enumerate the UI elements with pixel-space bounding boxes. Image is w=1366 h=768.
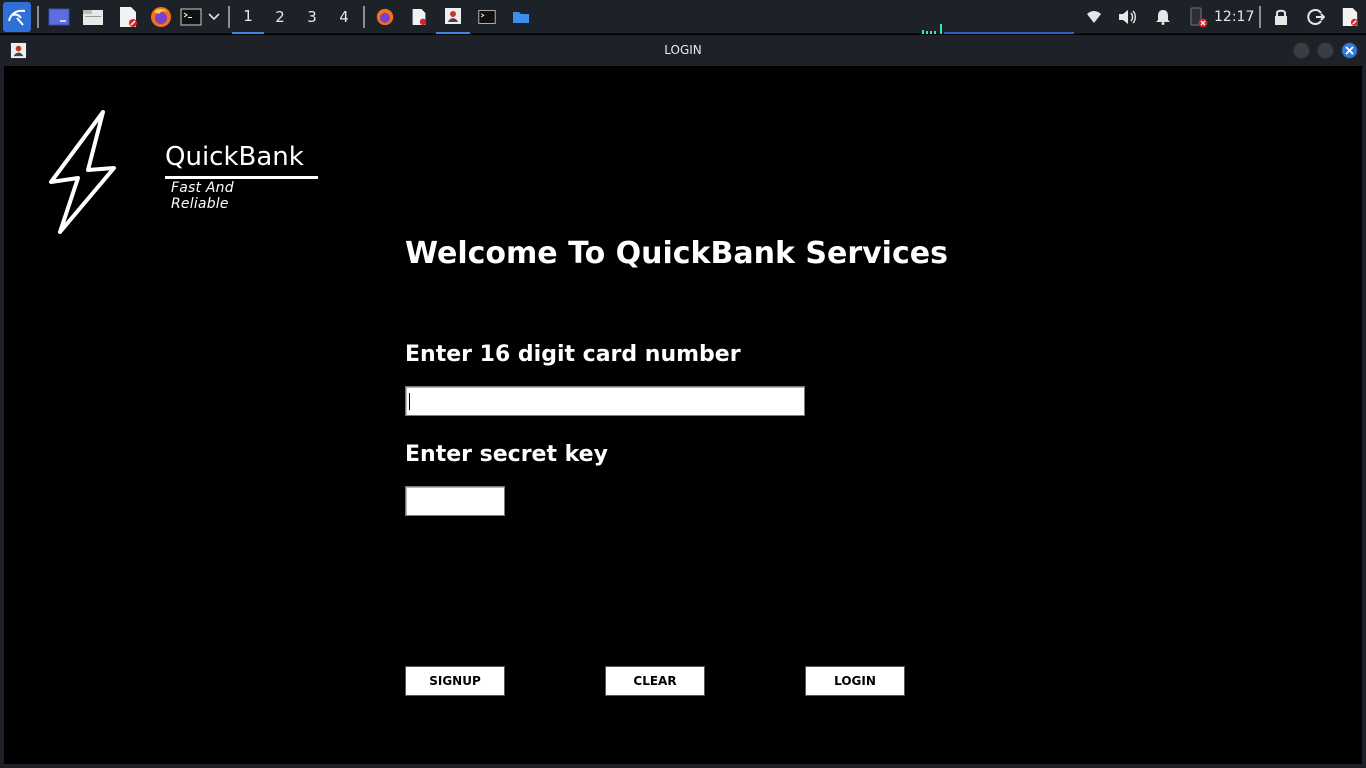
wifi-icon[interactable]: [1084, 5, 1104, 29]
logo-underline: [165, 176, 318, 179]
dropdown-chevron-icon[interactable]: [206, 5, 222, 29]
workspace-label: 1: [243, 7, 253, 25]
welcome-heading: Welcome To QuickBank Services: [405, 236, 948, 271]
clear-button[interactable]: CLEAR: [605, 666, 705, 696]
lightning-bolt-icon: [49, 110, 116, 234]
card-number-input[interactable]: [405, 386, 805, 416]
notification-bell-icon[interactable]: [1153, 5, 1173, 29]
workspace-2[interactable]: 2: [264, 0, 296, 34]
window-frame-bottom: [0, 764, 1366, 768]
logo-tagline: Fast And Reliable: [171, 180, 234, 212]
logo-name: QuickBank: [165, 142, 304, 172]
workspace-3[interactable]: 3: [296, 0, 328, 34]
minimize-button[interactable]: [1293, 42, 1310, 59]
text-editor-icon[interactable]: [116, 5, 140, 29]
login-panel: QuickBank Fast And Reliable Welcome To Q…: [4, 66, 1362, 764]
workspace-label: 2: [275, 8, 285, 26]
task-text-editor-icon[interactable]: [408, 5, 430, 29]
lock-icon[interactable]: [1271, 5, 1291, 29]
task-terminal-icon[interactable]: [476, 5, 498, 29]
task-folder-icon[interactable]: [510, 5, 532, 29]
window-frame-right: [1362, 66, 1366, 768]
logout-icon[interactable]: [1305, 5, 1327, 29]
close-button[interactable]: [1341, 42, 1358, 59]
kali-menu-icon[interactable]: [3, 2, 31, 32]
clock[interactable]: 12:17: [1214, 0, 1254, 34]
maximize-button[interactable]: [1317, 42, 1334, 59]
show-desktop-icon[interactable]: [47, 5, 71, 29]
workspace-label: 4: [339, 8, 349, 26]
battery-icon[interactable]: [1186, 5, 1210, 29]
text-editor-tray-icon[interactable]: [1339, 5, 1361, 29]
taskbar: 1 2 3 4 12:17: [0, 0, 1366, 34]
window-titlebar[interactable]: LOGIN: [0, 35, 1366, 66]
task-firefox-icon[interactable]: [374, 5, 396, 29]
text-cursor: [409, 393, 410, 410]
quickbank-logo: QuickBank Fast And Reliable: [48, 110, 318, 234]
login-button[interactable]: LOGIN: [805, 666, 905, 696]
secret-key-label: Enter secret key: [405, 442, 608, 467]
card-number-label: Enter 16 digit card number: [405, 342, 741, 367]
task-java-app-icon[interactable]: [436, 0, 470, 34]
window-title: LOGIN: [664, 43, 702, 57]
file-manager-icon[interactable]: [81, 5, 105, 29]
volume-icon[interactable]: [1117, 5, 1139, 29]
workspace-4[interactable]: 4: [328, 0, 360, 34]
signup-button[interactable]: SIGNUP: [405, 666, 505, 696]
workspace-1[interactable]: 1: [232, 0, 264, 34]
firefox-icon[interactable]: [149, 5, 173, 29]
workspace-label: 3: [307, 8, 317, 26]
close-icon: [1345, 46, 1354, 55]
network-monitor-graph: [922, 24, 1074, 34]
terminal-icon[interactable]: [179, 5, 203, 29]
secret-key-input[interactable]: [405, 486, 505, 516]
